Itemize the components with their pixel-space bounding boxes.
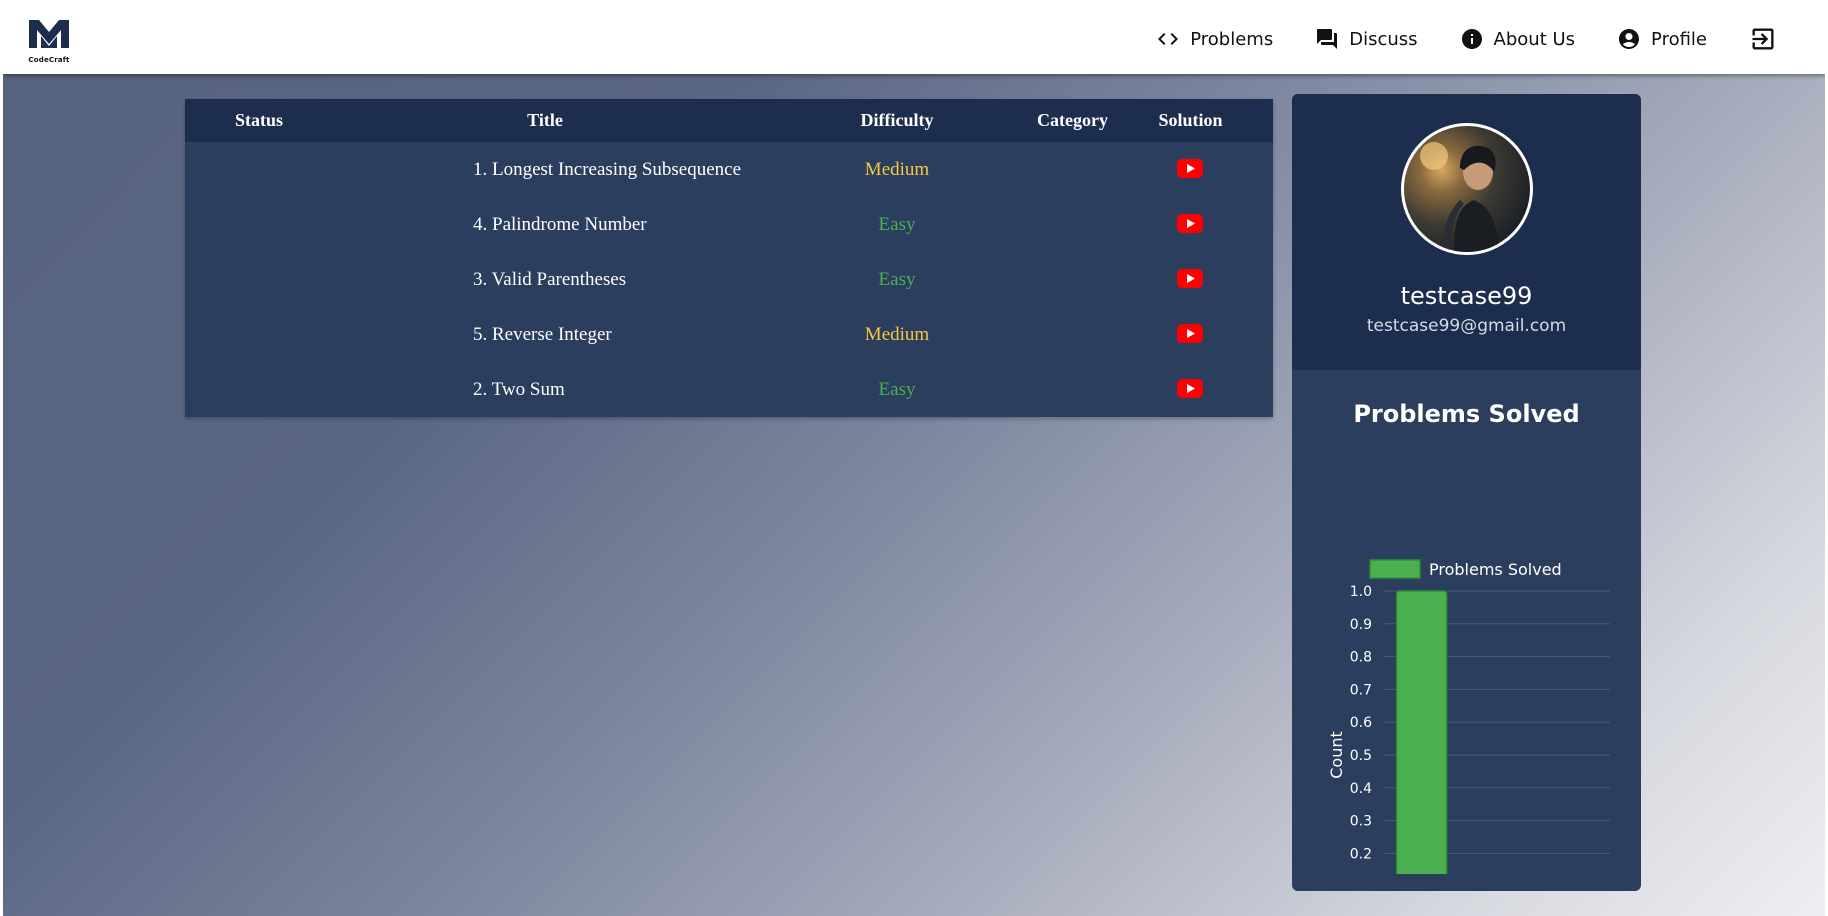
solution-cell: [1108, 252, 1273, 307]
youtube-icon[interactable]: [1177, 158, 1204, 178]
status-cell: [185, 307, 333, 362]
logout-button[interactable]: [1749, 25, 1777, 53]
nav-problems-label: Problems: [1190, 28, 1274, 50]
difficulty-cell: Easy: [878, 378, 916, 400]
y-tick-label: 0.6: [1350, 715, 1372, 731]
column-status[interactable]: Status: [185, 99, 333, 142]
solution-cell: [1108, 307, 1273, 362]
logout-icon: [1752, 28, 1774, 50]
bar-easy: [1395, 590, 1448, 874]
category-cell: [1037, 362, 1108, 417]
profile-username: testcase99: [1400, 282, 1533, 310]
table-header-row: Status Title Difficulty Category Solutio…: [185, 99, 1273, 142]
column-category[interactable]: Category: [1037, 99, 1108, 142]
legend-label: Problems Solved: [1429, 560, 1562, 579]
main-nav: Problems Discuss About Us Profile: [1114, 4, 1777, 74]
y-tick-label: 0.2: [1350, 846, 1372, 862]
nav-profile[interactable]: Profile: [1617, 27, 1707, 51]
problem-title-link[interactable]: 4. Palindrome Number: [333, 197, 757, 252]
table-row[interactable]: 1. Longest Increasing Subsequence Medium: [185, 142, 1273, 197]
forum-icon: [1315, 27, 1339, 51]
account-circle-icon: [1617, 27, 1641, 51]
status-cell: [185, 252, 333, 307]
logo-text: CodeCraft: [28, 56, 70, 64]
app-frame: CodeCraft Problems Discuss About Us Prof…: [3, 4, 1825, 916]
nav-about-us[interactable]: About Us: [1460, 27, 1576, 51]
table-row[interactable]: 3. Valid Parentheses Easy: [185, 252, 1273, 307]
problem-title-link[interactable]: 1. Longest Increasing Subsequence: [333, 142, 757, 197]
youtube-icon[interactable]: [1177, 213, 1204, 233]
difficulty-cell: Medium: [864, 158, 930, 180]
solution-cell: [1108, 362, 1273, 417]
avatar-image: [1420, 142, 1500, 252]
nav-profile-label: Profile: [1651, 28, 1707, 50]
status-cell: [185, 142, 333, 197]
top-navbar: CodeCraft Problems Discuss About Us Prof…: [3, 4, 1825, 74]
profile-header: testcase99 testcase99@gmail.com: [1292, 94, 1641, 370]
problem-title-link[interactable]: 5. Reverse Integer: [333, 307, 757, 362]
y-tick-label: 0.3: [1350, 814, 1372, 830]
status-cell: [185, 197, 333, 252]
table-row[interactable]: 2. Two Sum Easy: [185, 362, 1273, 417]
logo-mark-icon: [29, 20, 69, 48]
column-difficulty[interactable]: Difficulty: [757, 99, 1037, 142]
y-tick-label: 0.8: [1350, 650, 1372, 666]
status-cell: [185, 362, 333, 417]
youtube-icon[interactable]: [1177, 378, 1204, 398]
youtube-icon[interactable]: [1177, 323, 1204, 343]
nav-discuss[interactable]: Discuss: [1315, 27, 1418, 51]
y-tick-label: 0.4: [1350, 781, 1372, 797]
table-row[interactable]: 5. Reverse Integer Medium: [185, 307, 1273, 362]
column-title[interactable]: Title: [333, 99, 757, 142]
code-icon: [1156, 27, 1180, 51]
category-cell: [1037, 142, 1108, 197]
nav-about-us-label: About Us: [1493, 28, 1576, 50]
y-axis-label: Count: [1327, 731, 1346, 779]
table-row[interactable]: 4. Palindrome Number Easy: [185, 197, 1273, 252]
difficulty-cell: Easy: [878, 268, 916, 290]
category-cell: [1037, 252, 1108, 307]
problems-table: Status Title Difficulty Category Solutio…: [185, 99, 1273, 417]
info-icon: [1460, 27, 1484, 51]
avatar[interactable]: [1401, 123, 1533, 255]
y-tick-label: 0.9: [1350, 617, 1372, 633]
profile-card: testcase99 testcase99@gmail.com Problems…: [1292, 94, 1641, 891]
solution-cell: [1108, 197, 1273, 252]
y-tick-label: 0.7: [1350, 682, 1372, 698]
category-cell: [1037, 307, 1108, 362]
difficulty-cell: Easy: [878, 213, 916, 235]
nav-discuss-label: Discuss: [1349, 28, 1418, 50]
youtube-icon[interactable]: [1177, 268, 1204, 288]
chart-title: Problems Solved: [1353, 400, 1580, 428]
problem-title-link[interactable]: 2. Two Sum: [333, 362, 757, 417]
problem-title-link[interactable]: 3. Valid Parentheses: [333, 252, 757, 307]
codecraft-logo[interactable]: CodeCraft: [27, 18, 71, 64]
column-solution[interactable]: Solution: [1108, 99, 1273, 142]
category-cell: [1037, 197, 1108, 252]
y-tick-label: 1.0: [1350, 584, 1372, 600]
nav-problems[interactable]: Problems: [1156, 27, 1273, 51]
difficulty-cell: Medium: [864, 323, 930, 345]
solution-cell: [1108, 142, 1273, 197]
legend-swatch: [1369, 559, 1421, 579]
problems-solved-chart: Problems Solved00.10.20.30.40.50.60.70.8…: [1327, 559, 1610, 874]
y-tick-label: 0.5: [1350, 748, 1372, 764]
profile-email: testcase99@gmail.com: [1366, 316, 1567, 336]
